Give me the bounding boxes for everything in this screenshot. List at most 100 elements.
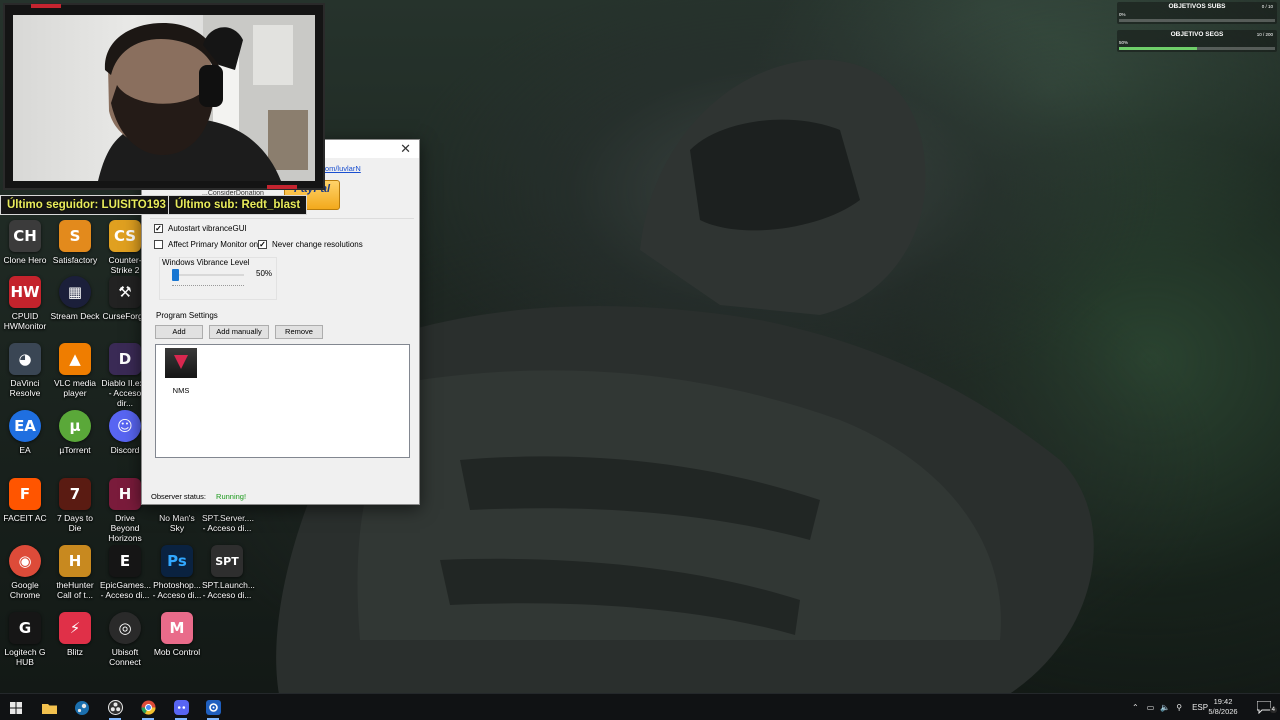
desktop-icon-ubisoft[interactable]: ◎ Ubisoft Connect	[100, 612, 150, 667]
desktop-icon-thehunter[interactable]: H theHunter Call of t...	[50, 545, 100, 600]
desktop-icon-ea[interactable]: EA EA	[0, 410, 50, 455]
steam-icon	[75, 700, 89, 715]
desktop-icon-label: DaVinci Resolve	[9, 378, 41, 398]
goal-count: 0 / 10	[1261, 4, 1273, 9]
stream-goals: OBJETIVOS SUBS 0 / 10 0% OBJETIVO SEGS 1…	[1117, 2, 1277, 54]
goal-progress-track	[1119, 19, 1275, 22]
desktop-icon-label: 7 Days to Die	[57, 513, 93, 533]
chrome-icon	[140, 700, 156, 715]
desktop-icon-faceit[interactable]: F FACEIT AC	[0, 478, 50, 523]
desktop-icon-label: Clone Hero	[3, 255, 47, 265]
goal-percent: 50%	[1119, 40, 1129, 45]
obs-icon	[107, 700, 123, 715]
faceit-icon: F	[9, 478, 41, 510]
desktop-icon-label: No Man's Sky	[159, 513, 195, 533]
desktop-icon-seven-days[interactable]: 7 7 Days to Die	[50, 478, 100, 533]
clone-hero-icon: CH	[9, 220, 41, 252]
goal-progress-track	[1119, 47, 1275, 50]
ea-icon: EA	[9, 410, 41, 442]
taskbar-clock[interactable]: 19:42 5/8/2026	[1202, 697, 1244, 717]
checkmark-icon: ✓	[258, 240, 267, 249]
autostart-checkbox[interactable]: ✓ Autostart vibranceGUI	[154, 224, 247, 233]
desktop-icon-label: FACEIT AC	[3, 513, 47, 523]
desktop-icon-stream-deck[interactable]: ▦ Stream Deck	[50, 276, 100, 321]
desktop-icon-label: Satisfactory	[52, 255, 98, 265]
slider-ticks	[172, 285, 244, 287]
system-tray: ⌃ ▭ 🔈 ⚲ ESP	[1132, 694, 1208, 720]
vibrance-slider-track[interactable]	[172, 274, 244, 276]
remove-button[interactable]: Remove	[275, 325, 323, 339]
taskbar: ⌃ ▭ 🔈 ⚲ ESP 19:42 5/8/2026 4	[0, 693, 1280, 720]
wifi-icon[interactable]: ⚲	[1176, 703, 1182, 712]
taskbar-obs[interactable]	[99, 694, 131, 720]
webcam-feed	[13, 15, 315, 181]
desktop-icon-label: Ubisoft Connect	[109, 647, 141, 667]
vibrance-label: Windows Vibrance Level	[162, 258, 250, 267]
follows-goal: OBJETIVO SEGS 10 / 200 50%	[1117, 30, 1277, 52]
program-item-nms[interactable]: NMS	[164, 348, 198, 398]
webcam-frame	[3, 3, 325, 190]
last-follower-banner: Último seguidor: LUISITO193	[0, 195, 173, 215]
goal-progress-fill	[1119, 47, 1197, 50]
desktop-icon-davinci-resolve[interactable]: ◕ DaVinci Resolve	[0, 343, 50, 398]
desktop-icon-clone-hero[interactable]: CH Clone Hero	[0, 220, 50, 265]
satisfactory-icon: S	[59, 220, 91, 252]
checkbox-empty-icon	[154, 240, 163, 249]
desktop-icon-label: Drive Beyond Horizons	[108, 513, 142, 543]
hwmonitor-icon: HW	[9, 276, 41, 308]
desktop-icon-label: Google Chrome	[9, 580, 41, 600]
settings-icon	[205, 700, 221, 715]
volume-icon[interactable]: 🔈	[1160, 703, 1170, 712]
utorrent-icon: µ	[59, 410, 91, 442]
notification-center-button[interactable]: 4	[1248, 694, 1280, 720]
taskbar-vibrancegui[interactable]	[197, 694, 229, 720]
desktop-icon-label: µTorrent	[59, 445, 91, 455]
never-change-checkbox[interactable]: ✓ Never change resolutions	[258, 240, 363, 249]
taskbar-steam[interactable]	[66, 694, 98, 720]
subs-goal: OBJETIVOS SUBS 0 / 10 0%	[1117, 2, 1277, 24]
desktop-icon-hwmonitor[interactable]: HW CPUID HWMonitor	[0, 276, 50, 331]
desktop-icon-label: SPT.Server.... - Acceso di...	[202, 513, 254, 533]
desktop-icon-label: CPUID HWMonitor	[3, 311, 47, 331]
observer-status: Observer status: Running!	[151, 492, 246, 501]
clock-date: 5/8/2026	[1208, 707, 1238, 716]
desktop-icon-satisfactory[interactable]: S Satisfactory	[50, 220, 100, 265]
program-list[interactable]: NMS	[155, 344, 410, 458]
chevron-up-icon[interactable]: ⌃	[1132, 703, 1139, 712]
stream-deck-icon: ▦	[59, 276, 91, 308]
taskbar-chrome[interactable]	[132, 694, 164, 720]
thehunter-icon: H	[59, 545, 91, 577]
desktop-icon-chrome[interactable]: ◉ Google Chrome	[0, 545, 50, 600]
add-manually-button[interactable]: Add manually	[209, 325, 269, 339]
desktop-icon-mob-control[interactable]: M Mob Control	[152, 612, 202, 657]
program-settings-label: Program Settings	[156, 311, 218, 320]
start-button[interactable]	[0, 694, 32, 720]
desktop-icon-vlc[interactable]: ▲ VLC media player	[50, 343, 100, 398]
autostart-label: Autostart vibranceGUI	[168, 224, 247, 233]
close-icon[interactable]: ✕	[400, 141, 411, 157]
affect-primary-checkbox[interactable]: Affect Primary Monitor only	[154, 240, 264, 249]
desktop-icon-epic-games[interactable]: E EpicGames... - Acceso di...	[100, 545, 152, 600]
streamer-image	[98, 15, 315, 181]
desktop-icon-photoshop[interactable]: Ps Photoshop... - Acceso di...	[152, 545, 202, 600]
taskbar-discord[interactable]	[165, 694, 197, 720]
drive-beyond-icon: H	[109, 478, 141, 510]
last-sub-banner: Último sub: Redt_blast	[168, 195, 308, 215]
network-icon[interactable]: ▭	[1147, 703, 1155, 712]
observer-label: Observer status:	[151, 492, 207, 501]
chrome-icon: ◉	[9, 545, 41, 577]
taskbar-file-explorer[interactable]	[33, 694, 65, 720]
desktop-icon-spt-launcher[interactable]: SPT SPT.Launch... - Acceso di...	[202, 545, 255, 600]
desktop-icon-utorrent[interactable]: µ µTorrent	[50, 410, 100, 455]
epic-games-icon: E	[109, 545, 141, 577]
vibrance-slider-thumb[interactable]	[172, 269, 179, 281]
desktop-icon-logitech-ghub[interactable]: G Logitech G HUB	[0, 612, 50, 667]
add-button[interactable]: Add	[155, 325, 203, 339]
no-mans-sky-icon	[165, 348, 197, 378]
desktop-icon-label: Stream Deck	[50, 311, 100, 321]
discord-icon: ☺	[109, 410, 141, 442]
start-icon	[10, 701, 22, 714]
clock-time: 19:42	[1213, 697, 1233, 706]
desktop-icon-blitz[interactable]: ⚡ Blitz	[50, 612, 100, 657]
desktop-icon-label: EpicGames... - Acceso di...	[100, 580, 152, 600]
